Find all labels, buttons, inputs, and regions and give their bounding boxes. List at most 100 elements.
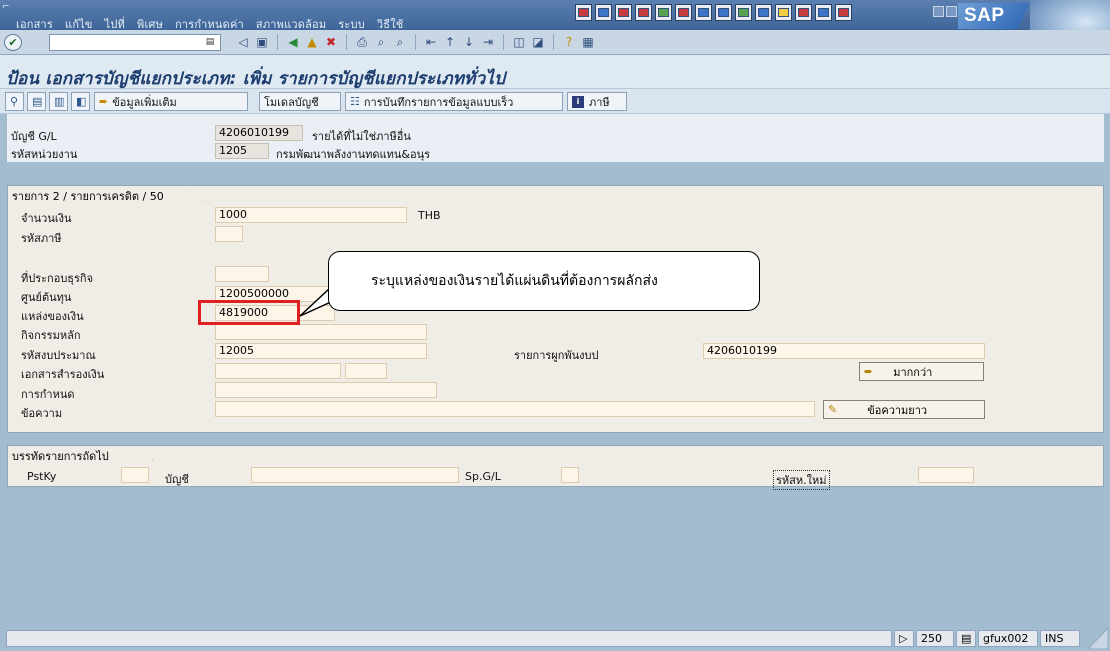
toolbar-divider — [346, 34, 347, 50]
spgl-field[interactable] — [561, 467, 579, 483]
unit-code-field: 1205 — [215, 143, 269, 159]
text-label: ข้อความ — [21, 407, 63, 420]
first-page-icon[interactable]: ⇤ — [423, 34, 439, 50]
cost-center-label: ศูนย์ต้นทุน — [21, 291, 72, 304]
status-toggle-icon[interactable]: ▷ — [894, 630, 914, 647]
help-icon[interactable]: ? — [561, 34, 577, 50]
item-group-tab: รายการ 2 / รายการเครดิต / 50 — [7, 185, 203, 201]
assignment-label: การกำหนด — [21, 388, 75, 401]
commitment-label: รายการผูกพันงบป — [514, 349, 599, 362]
unit-code-desc: กรมพัฒนาพลังงานทดแทน&อนุร — [276, 148, 430, 161]
new-code-label: รหัสห.ใหม่ — [773, 470, 830, 490]
menu-icon-14[interactable] — [835, 4, 852, 21]
taxes-button[interactable]: i ภาษี — [567, 92, 627, 111]
layout-icon[interactable]: ▦ — [580, 34, 596, 50]
menu-icon-4[interactable] — [635, 4, 652, 21]
cancel-icon[interactable]: ✖ — [323, 34, 339, 50]
park-icon: ▥ — [54, 95, 65, 108]
menu-icon-2[interactable] — [595, 4, 612, 21]
more-button-label: มากกว่า — [893, 365, 933, 379]
fund-label: แหล่งของเงิน — [21, 310, 84, 323]
unit-code-label: รหัสหน่วยงาน — [11, 148, 78, 161]
copy-button[interactable]: ◧ — [71, 92, 90, 111]
menu-icon-1[interactable] — [575, 4, 592, 21]
status-system-icon[interactable]: ▤ — [956, 630, 976, 647]
menu-icon-10[interactable] — [755, 4, 772, 21]
enter-icon[interactable]: ✔ — [4, 34, 22, 51]
print-icon[interactable]: ⎙ — [354, 34, 370, 50]
fast-entry-button[interactable]: ☷ การบันทึกรายการข้อมูลแบบเร็ว — [345, 92, 563, 111]
next-page-icon[interactable]: ↓ — [461, 34, 477, 50]
pstky-field[interactable] — [121, 467, 149, 483]
long-text-button-label: ข้อความยาว — [867, 403, 928, 417]
menu-icon-3[interactable] — [615, 4, 632, 21]
menu-icon-11[interactable] — [775, 4, 792, 21]
toolbar-divider — [415, 34, 416, 50]
tax-code-field[interactable] — [215, 226, 243, 242]
reserve-doc-field[interactable] — [215, 363, 341, 379]
status-count: 250 — [916, 630, 954, 647]
menu-icon-12[interactable] — [795, 4, 812, 21]
budget-code-label: รหัสงบประมาณ — [21, 349, 96, 362]
menu-icon-7[interactable] — [695, 4, 712, 21]
collapse-icon[interactable]: ◁ — [235, 34, 251, 50]
main-activity-field[interactable] — [215, 324, 427, 340]
overview-button[interactable]: ⚲ — [5, 92, 24, 111]
resize-grip-icon[interactable] — [1088, 628, 1108, 649]
content-area: บัญชี G/L 4206010199 รายได้ที่ไม่ใช่ภาษี… — [0, 114, 1110, 624]
main-activity-label: กิจกรรมหลัก — [21, 329, 81, 342]
amount-label: จำนวนเงิน — [21, 212, 72, 225]
menu-corner-icon[interactable]: ⌐ — [2, 2, 14, 12]
minimize-icon[interactable] — [933, 6, 944, 17]
shortcut-icon[interactable]: ◪ — [530, 34, 546, 50]
long-text-button[interactable]: ✎ ข้อความยาว — [823, 400, 985, 419]
command-history-icon[interactable]: ▤ — [203, 35, 217, 49]
find-next-icon[interactable]: ⌕ — [392, 34, 408, 50]
text-field[interactable] — [215, 401, 815, 417]
gl-account-label: บัญชี G/L — [11, 130, 57, 143]
next-item-group-tab: บรรทัดรายการถัดไป — [7, 445, 153, 461]
commitment-field[interactable]: 4206010199 — [703, 343, 985, 359]
last-page-icon[interactable]: ⇥ — [480, 34, 496, 50]
new-session-icon[interactable]: ◫ — [511, 34, 527, 50]
fast-entry-icon: ☷ — [350, 95, 360, 108]
more-data-button[interactable]: ➨ ข้อมูลเพิ่มเติม — [94, 92, 248, 111]
info-icon: i — [572, 95, 584, 108]
account-field[interactable] — [251, 467, 459, 483]
title-bar: ป้อน เอกสารบัญชีแยกประเภท: เพิ่ม รายการบ… — [0, 55, 1110, 89]
command-field[interactable] — [49, 34, 221, 51]
application-toolbar: ⚲ ▤ ▥ ◧ ➨ ข้อมูลเพิ่มเติม โมเดลบัญชี ☷ ก… — [0, 89, 1110, 114]
new-code-field[interactable] — [918, 467, 974, 483]
save-button[interactable]: ▤ — [27, 92, 46, 111]
gl-account-desc: รายได้ที่ไม่ใช่ภาษีอื่น — [312, 130, 411, 143]
budget-code-field[interactable]: 12005 — [215, 343, 427, 359]
park-button[interactable]: ▥ — [49, 92, 68, 111]
menu-icon-8[interactable] — [715, 4, 732, 21]
exit-icon[interactable]: ▲ — [304, 34, 320, 50]
pencil-icon: ✎ — [828, 403, 838, 416]
assignment-field[interactable] — [215, 382, 437, 398]
maximize-icon[interactable] — [946, 6, 957, 17]
account-model-button[interactable]: โมเดลบัญชี — [259, 92, 341, 111]
previous-page-icon[interactable]: ↑ — [442, 34, 458, 50]
standard-toolbar: ✔ ▤ ◁ ▣ ◀ ▲ ✖ ⎙ ⌕ ⌕ ⇤ ↑ ↓ ⇥ ◫ ◪ ? ▦ — [0, 30, 1110, 55]
overview-icon: ⚲ — [10, 95, 19, 108]
toolbar-icons: ◁ ▣ ◀ ▲ ✖ ⎙ ⌕ ⌕ ⇤ ↑ ↓ ⇥ ◫ ◪ ? ▦ — [235, 34, 596, 50]
toolbar-divider — [503, 34, 504, 50]
more-button[interactable]: ➨ มากกว่า — [859, 362, 984, 381]
reserve-doc-item-field[interactable] — [345, 363, 387, 379]
save-icon[interactable]: ▣ — [254, 34, 270, 50]
amount-field[interactable]: 1000 — [215, 207, 407, 223]
page-title: ป้อน เอกสารบัญชีแยกประเภท: เพิ่ม รายการบ… — [6, 69, 506, 89]
menu-icon-5[interactable] — [655, 4, 672, 21]
business-area-field[interactable] — [215, 266, 269, 282]
fund-highlight-box — [198, 300, 300, 325]
sap-logo: SAP — [958, 3, 1030, 29]
menu-icon-6[interactable] — [675, 4, 692, 21]
back-icon[interactable]: ◀ — [285, 34, 301, 50]
find-icon[interactable]: ⌕ — [373, 34, 389, 50]
menu-icon-13[interactable] — [815, 4, 832, 21]
menu-bar: ⌐ เอกสาร แก้ไข ไปที่ พิเศษ การกำหนดค่า ส… — [0, 0, 1110, 55]
menu-icon-9[interactable] — [735, 4, 752, 21]
status-mode[interactable]: INS — [1040, 630, 1080, 647]
